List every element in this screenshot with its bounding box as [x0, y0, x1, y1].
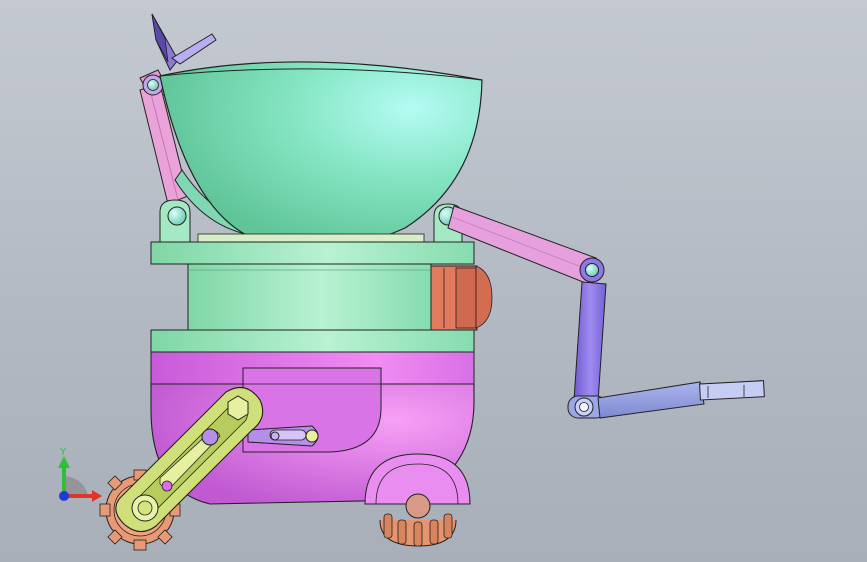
- body-upper[interactable]: [150, 241, 493, 353]
- rear-wheel-assembly[interactable]: [364, 453, 471, 556]
- grabber-tip: [171, 33, 217, 65]
- green-drum: [187, 263, 432, 331]
- blue-tip-shaft: [699, 380, 765, 401]
- axis-triad: Y: [58, 447, 102, 502]
- violet-forearm: [573, 281, 607, 403]
- cad-viewport[interactable]: Y: [0, 0, 867, 562]
- blue-forearm: [597, 381, 705, 419]
- left-bracket-joint: [167, 206, 187, 226]
- z-axis: [59, 491, 69, 501]
- y-axis-label: Y: [59, 447, 67, 458]
- upper-plate: [150, 241, 475, 265]
- lower-green-plate: [150, 329, 475, 353]
- robot-model-view[interactable]: Y: [0, 0, 867, 562]
